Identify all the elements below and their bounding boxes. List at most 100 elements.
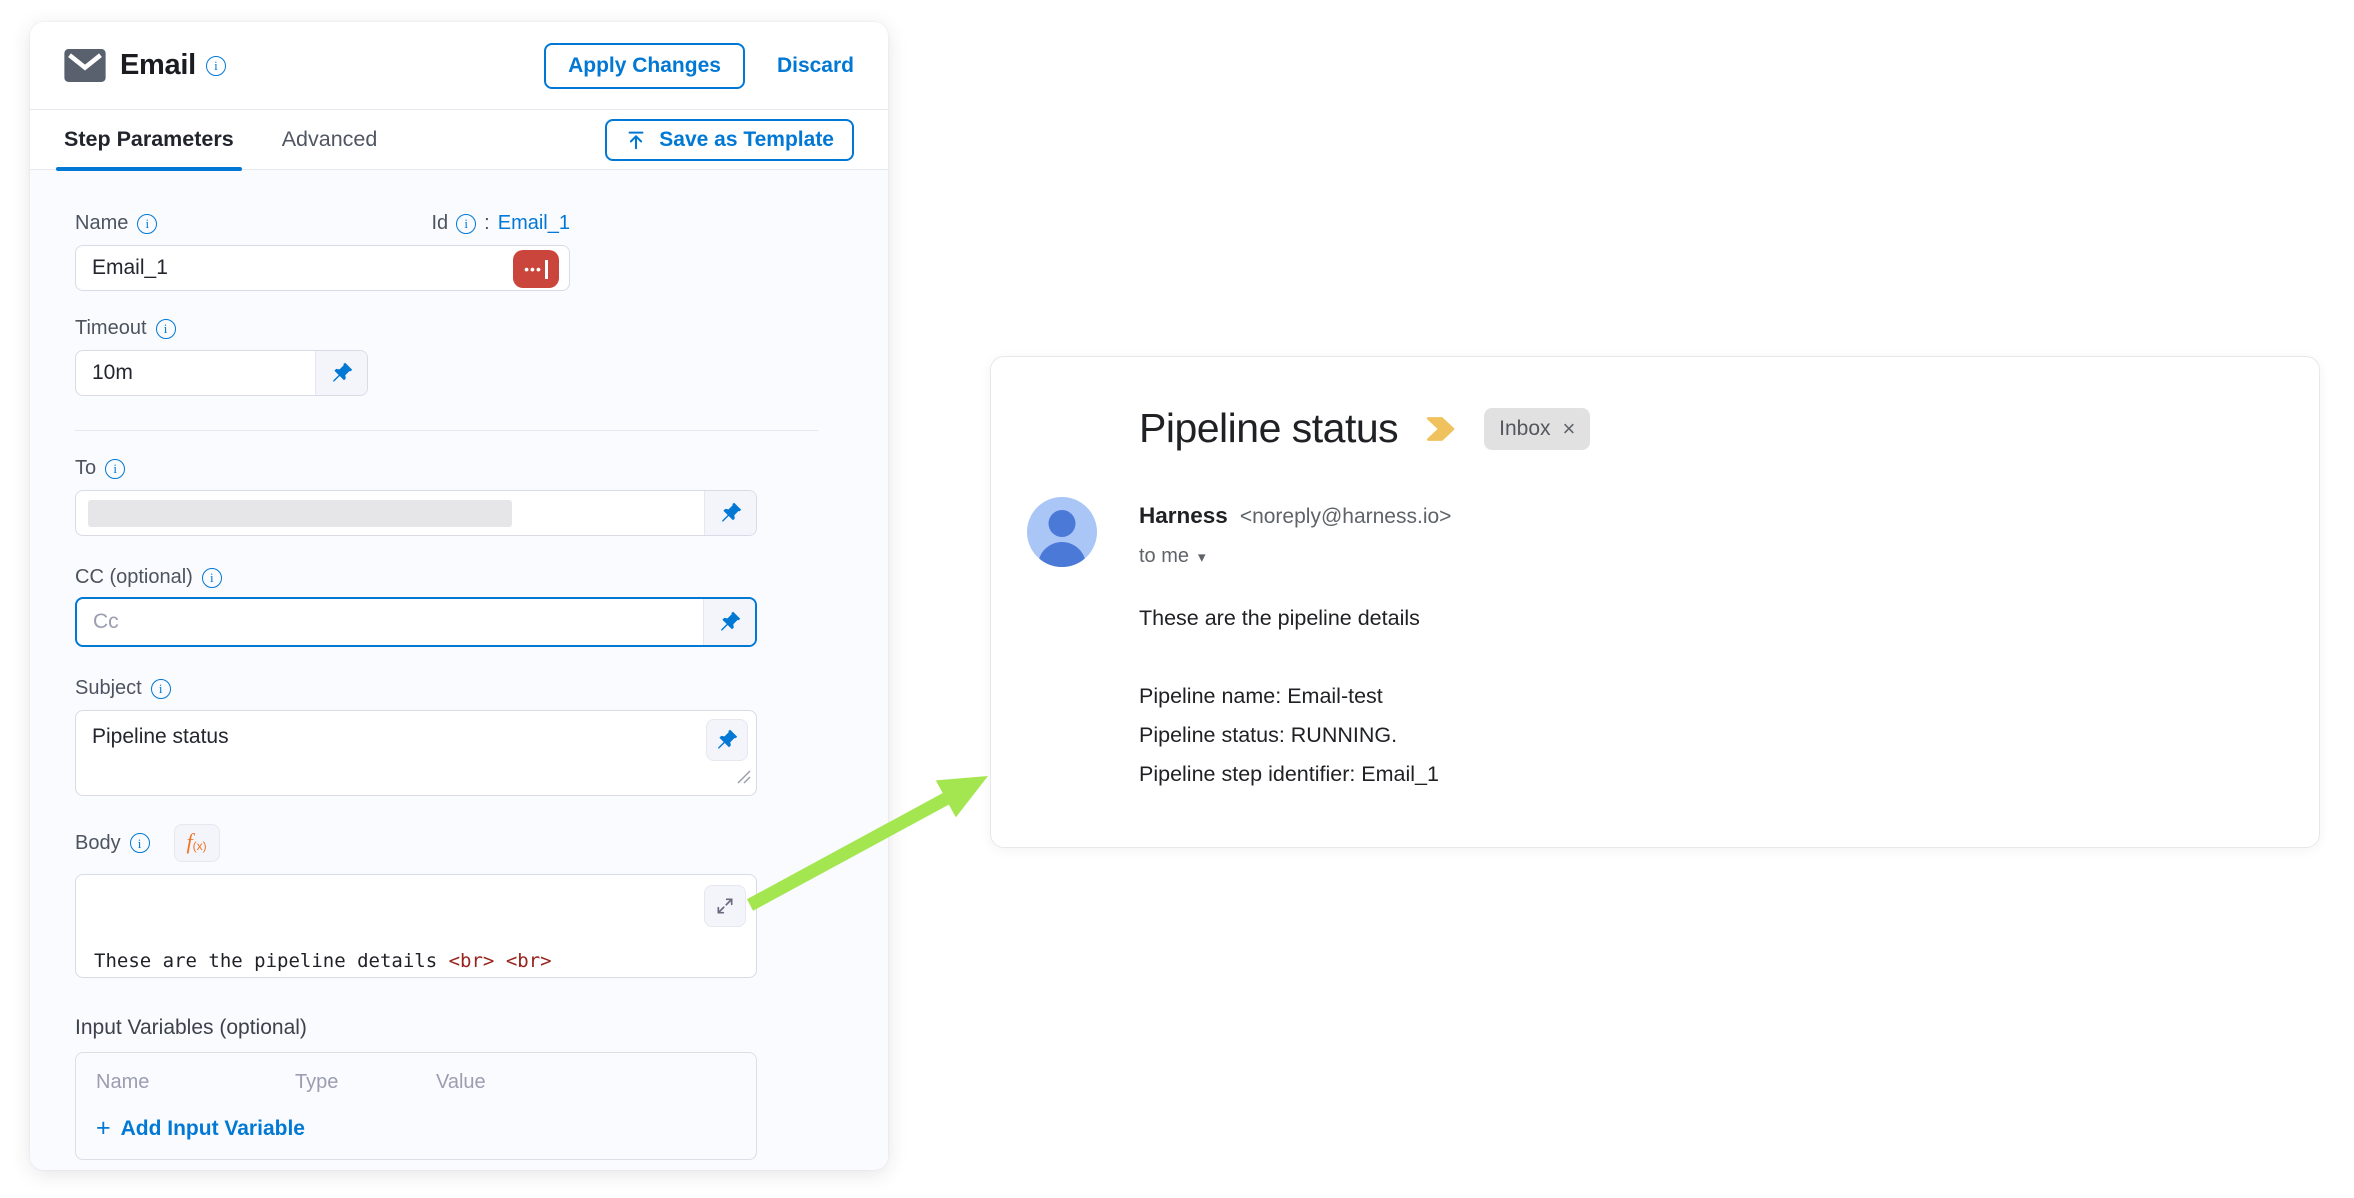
pin-icon <box>330 361 354 385</box>
tab-advanced[interactable]: Advanced <box>282 110 378 169</box>
cc-input-group <box>75 597 757 647</box>
to-info-icon[interactable]: i <box>105 459 125 479</box>
timeout-input[interactable] <box>76 351 315 395</box>
timeout-label: Timeout <box>75 317 147 340</box>
section-divider <box>75 430 818 431</box>
fixed-value-type-icon[interactable]: ••• <box>513 250 559 288</box>
add-input-variable-label: Add Input Variable <box>121 1117 305 1141</box>
column-header-name: Name <box>96 1071 295 1094</box>
email-subject: Pipeline status <box>1139 405 1398 452</box>
input-variables-headers: Name Type Value <box>96 1071 736 1094</box>
email-body-line: These are the pipeline details <box>1139 599 1439 638</box>
name-label: Name <box>75 212 128 235</box>
id-separator: : <box>484 212 490 235</box>
cc-info-icon[interactable]: i <box>202 568 222 588</box>
name-label-group: Name i <box>75 212 157 235</box>
chevron-down-icon: ▾ <box>1198 548 1206 566</box>
subject-label: Subject <box>75 677 142 700</box>
id-group: Id i : Email_1 <box>431 212 570 235</box>
id-label: Id <box>431 212 448 235</box>
add-input-variable-button[interactable]: + Add Input Variable <box>96 1116 736 1141</box>
type-badge-cursor <box>545 260 548 279</box>
to-label-group: To i <box>75 457 843 480</box>
step-title: Email <box>120 49 196 82</box>
inbox-chip-text: Inbox <box>1499 417 1550 441</box>
pin-icon <box>719 501 743 525</box>
subject-input[interactable]: Pipeline status <box>75 710 757 796</box>
body-label-row: Body i f (x) <box>75 824 843 862</box>
name-id-row: Name i Id i : Email_1 <box>75 212 570 235</box>
timeout-input-group <box>75 350 368 396</box>
body-editor[interactable]: These are the pipeline details <br> <br>… <box>75 874 757 978</box>
subject-pin-button[interactable] <box>706 719 748 761</box>
discard-button[interactable]: Discard <box>777 54 854 78</box>
to-label: To <box>75 457 96 480</box>
sender-address: <noreply@harness.io> <box>1240 505 1452 529</box>
email-step-panel: Email i Apply Changes Discard Step Param… <box>30 22 888 1170</box>
recipient-dropdown[interactable]: to me ▾ <box>1139 545 1206 568</box>
panel-header: Email i Apply Changes Discard <box>30 22 888 110</box>
email-icon <box>64 49 106 82</box>
name-input[interactable]: Email_1 ••• <box>75 245 570 291</box>
expression-fx-button[interactable]: f (x) <box>174 824 220 862</box>
tabs-row: Step Parameters Advanced Save as Templat… <box>30 110 888 170</box>
email-body-line: Pipeline step identifier: Email_1 <box>1139 755 1439 794</box>
body-code-line: These are the pipeline details <br> <br> <box>94 946 738 977</box>
body-info-icon[interactable]: i <box>130 833 150 853</box>
to-input-group <box>75 490 757 536</box>
email-body: These are the pipeline details Pipeline … <box>1139 599 1439 794</box>
avatar-head <box>1049 510 1076 537</box>
cc-label: CC (optional) <box>75 566 193 589</box>
resize-handle-icon[interactable] <box>737 766 751 790</box>
type-badge-dots: ••• <box>524 262 542 276</box>
email-body-line <box>1139 638 1439 677</box>
email-subject-row: Pipeline status Inbox × <box>1139 405 1590 452</box>
save-as-template-button[interactable]: Save as Template <box>605 119 854 161</box>
column-header-value: Value <box>436 1071 486 1094</box>
screen: Email i Apply Changes Discard Step Param… <box>0 0 2354 1198</box>
email-body-line: Pipeline name: Email-test <box>1139 677 1439 716</box>
name-info-icon[interactable]: i <box>137 214 157 234</box>
to-pin-button[interactable] <box>704 491 756 535</box>
avatar-torso <box>1038 542 1086 567</box>
body-label: Body <box>75 832 121 855</box>
timeout-label-group: Timeout i <box>75 317 843 340</box>
pin-icon <box>715 728 739 752</box>
subject-info-icon[interactable]: i <box>151 679 171 699</box>
id-info-icon[interactable]: i <box>456 214 476 234</box>
recipient-label: to me <box>1139 545 1189 568</box>
sender-avatar <box>1027 497 1097 567</box>
input-variables-table: Name Type Value + Add Input Variable <box>75 1052 757 1160</box>
body-label-group: Body i <box>75 832 150 855</box>
cc-label-group: CC (optional) i <box>75 566 843 589</box>
inbox-label-chip: Inbox × <box>1484 408 1590 450</box>
pin-icon <box>718 610 742 634</box>
id-value-link[interactable]: Email_1 <box>498 212 570 235</box>
cc-input[interactable] <box>77 599 703 645</box>
fx-sub-icon: (x) <box>193 839 207 853</box>
apply-changes-button[interactable]: Apply Changes <box>544 43 745 89</box>
tab-step-parameters[interactable]: Step Parameters <box>64 110 234 169</box>
column-header-type: Type <box>295 1071 436 1094</box>
timeout-pin-button[interactable] <box>315 351 367 395</box>
input-variables-label: Input Variables (optional) <box>75 1016 843 1040</box>
upload-icon <box>625 129 647 151</box>
step-parameters-form: Name i Id i : Email_1 Email_1 ••• <box>30 170 888 1170</box>
save-as-template-label: Save as Template <box>659 128 834 152</box>
expand-editor-button[interactable] <box>704 885 746 927</box>
plus-icon: + <box>96 1116 111 1141</box>
sender-row: Harness <noreply@harness.io> <box>1139 503 1451 529</box>
importance-marker-icon[interactable] <box>1424 415 1458 443</box>
subject-value: Pipeline status <box>92 725 229 748</box>
subject-label-group: Subject i <box>75 677 843 700</box>
timeout-info-icon[interactable]: i <box>156 319 176 339</box>
sender-name: Harness <box>1139 503 1228 529</box>
email-preview-card: Pipeline status Inbox × Harness <noreply… <box>990 356 2320 848</box>
step-info-icon[interactable]: i <box>206 56 226 76</box>
to-input[interactable] <box>76 491 704 535</box>
email-body-line: Pipeline status: RUNNING. <box>1139 716 1439 755</box>
name-input-value: Email_1 <box>92 256 168 280</box>
redacted-recipient <box>88 500 512 527</box>
cc-pin-button[interactable] <box>703 599 755 645</box>
close-icon[interactable]: × <box>1563 418 1576 440</box>
